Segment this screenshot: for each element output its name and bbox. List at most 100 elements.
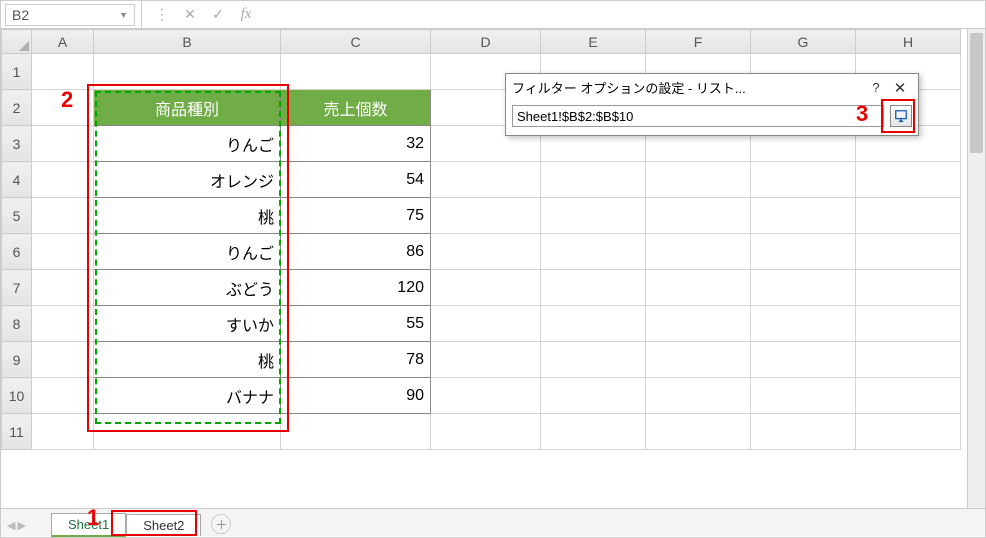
col-header-C[interactable]: C (281, 30, 431, 54)
table-cell[interactable]: 54 (281, 162, 431, 198)
cell[interactable] (646, 378, 751, 414)
cell[interactable] (646, 306, 751, 342)
vertical-scrollbar[interactable] (967, 29, 985, 509)
cell[interactable] (431, 162, 541, 198)
chevron-left-icon[interactable]: ◀ (7, 519, 15, 532)
cell[interactable] (32, 54, 94, 90)
cell[interactable] (751, 414, 856, 450)
cell[interactable] (751, 198, 856, 234)
tab-nav-buttons[interactable]: ◀▶ (7, 519, 26, 532)
cell[interactable] (646, 414, 751, 450)
cell[interactable] (94, 54, 281, 90)
row-header-5[interactable]: 5 (2, 198, 32, 234)
cell[interactable] (646, 198, 751, 234)
cell[interactable] (856, 378, 961, 414)
cell[interactable] (751, 162, 856, 198)
row-header-2[interactable]: 2 (2, 90, 32, 126)
cell[interactable] (751, 270, 856, 306)
table-cell[interactable]: りんご (94, 126, 281, 162)
cell[interactable] (431, 306, 541, 342)
cell[interactable] (751, 306, 856, 342)
add-sheet-button[interactable]: ＋ (211, 514, 231, 534)
cell[interactable] (856, 162, 961, 198)
cell[interactable] (281, 414, 431, 450)
table-cell[interactable]: 86 (281, 234, 431, 270)
table-cell[interactable]: ぶどう (94, 270, 281, 306)
scrollbar-thumb[interactable] (970, 33, 983, 153)
cell[interactable] (541, 414, 646, 450)
table-cell[interactable]: オレンジ (94, 162, 281, 198)
cell[interactable] (32, 126, 94, 162)
cell[interactable] (431, 270, 541, 306)
cell[interactable] (32, 378, 94, 414)
cell[interactable] (856, 234, 961, 270)
cell[interactable] (856, 414, 961, 450)
cell[interactable] (541, 270, 646, 306)
table-cell[interactable]: 桃 (94, 342, 281, 378)
cell[interactable] (541, 234, 646, 270)
row-header-1[interactable]: 1 (2, 54, 32, 90)
col-header-F[interactable]: F (646, 30, 751, 54)
table-cell[interactable]: 75 (281, 198, 431, 234)
table-cell[interactable]: りんご (94, 234, 281, 270)
cell[interactable] (751, 378, 856, 414)
cell[interactable] (751, 342, 856, 378)
cell[interactable] (431, 342, 541, 378)
table-header-b[interactable]: 商品種別 (94, 90, 281, 126)
cell[interactable] (32, 198, 94, 234)
chevron-down-icon[interactable]: ▼ (119, 10, 128, 20)
col-header-A[interactable]: A (32, 30, 94, 54)
col-header-B[interactable]: B (94, 30, 281, 54)
cell[interactable] (646, 342, 751, 378)
col-header-D[interactable]: D (431, 30, 541, 54)
row-header-6[interactable]: 6 (2, 234, 32, 270)
worksheet-grid[interactable]: A B C D E F G H 1 2商品種別売上個数 3りんご32 4オレンジ… (1, 29, 985, 450)
select-all-corner[interactable] (2, 30, 32, 54)
table-cell[interactable]: 32 (281, 126, 431, 162)
sheet-tab-2[interactable]: Sheet2 (126, 514, 201, 536)
cell[interactable] (541, 306, 646, 342)
cell[interactable] (281, 54, 431, 90)
cell[interactable] (856, 198, 961, 234)
row-header-9[interactable]: 9 (2, 342, 32, 378)
cell[interactable] (541, 198, 646, 234)
table-cell[interactable]: 55 (281, 306, 431, 342)
dialog-titlebar[interactable]: フィルター オプションの設定 - リスト... ? ✕ (506, 74, 918, 101)
cell[interactable] (646, 162, 751, 198)
cell[interactable] (32, 90, 94, 126)
col-header-E[interactable]: E (541, 30, 646, 54)
cell[interactable] (32, 270, 94, 306)
cell[interactable] (32, 342, 94, 378)
cell[interactable] (431, 198, 541, 234)
help-icon[interactable]: ? (864, 80, 888, 95)
formula-input[interactable] (260, 4, 985, 26)
cell[interactable] (541, 162, 646, 198)
table-cell[interactable]: 78 (281, 342, 431, 378)
row-header-3[interactable]: 3 (2, 126, 32, 162)
cell[interactable] (32, 162, 94, 198)
cell[interactable] (856, 270, 961, 306)
sheet-tab-1[interactable]: Sheet1 (51, 513, 126, 537)
row-header-11[interactable]: 11 (2, 414, 32, 450)
cell[interactable] (751, 234, 856, 270)
table-header-c[interactable]: 売上個数 (281, 90, 431, 126)
cell[interactable] (32, 234, 94, 270)
row-header-10[interactable]: 10 (2, 378, 32, 414)
cell[interactable] (646, 270, 751, 306)
table-cell[interactable]: 桃 (94, 198, 281, 234)
cell[interactable] (94, 414, 281, 450)
col-header-H[interactable]: H (856, 30, 961, 54)
cell[interactable] (541, 378, 646, 414)
table-cell[interactable]: バナナ (94, 378, 281, 414)
col-header-G[interactable]: G (751, 30, 856, 54)
close-icon[interactable]: ✕ (888, 79, 912, 97)
list-range-input[interactable] (512, 105, 884, 127)
range-expand-button[interactable] (890, 105, 912, 127)
advanced-filter-dialog[interactable]: フィルター オプションの設定 - リスト... ? ✕ (505, 73, 919, 136)
row-header-7[interactable]: 7 (2, 270, 32, 306)
table-cell[interactable]: 90 (281, 378, 431, 414)
cell[interactable] (431, 234, 541, 270)
table-cell[interactable]: すいか (94, 306, 281, 342)
cell[interactable] (856, 342, 961, 378)
row-header-4[interactable]: 4 (2, 162, 32, 198)
